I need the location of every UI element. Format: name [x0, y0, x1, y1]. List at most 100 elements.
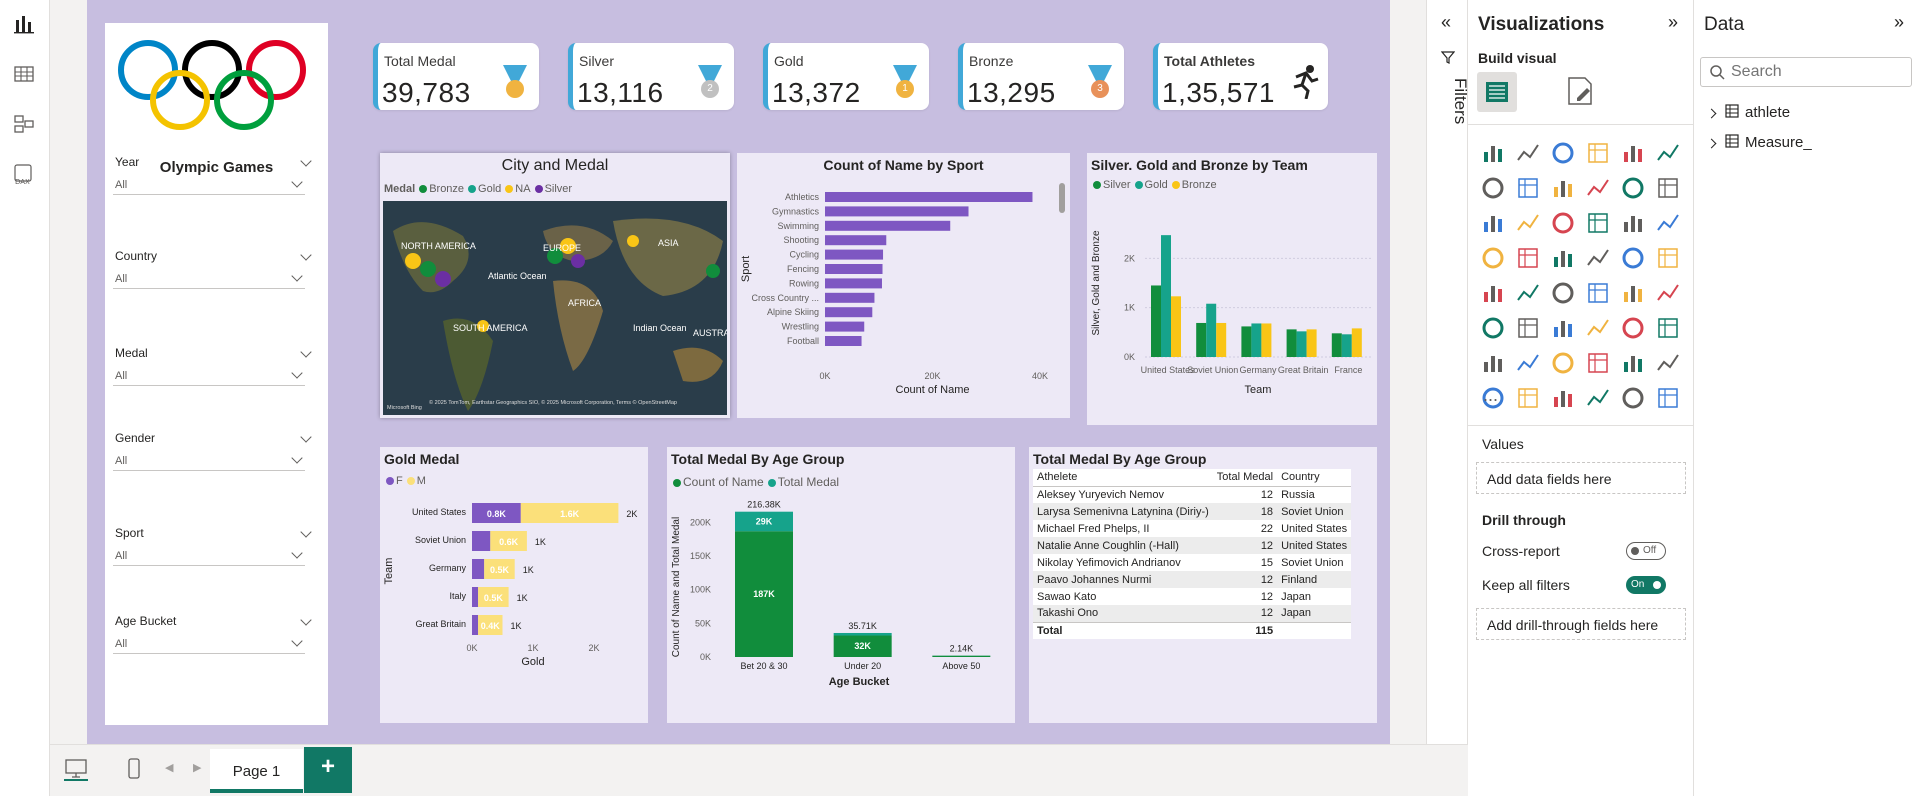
format-visual-icon[interactable]	[1563, 74, 1597, 108]
add-drill-through-well[interactable]: Add drill-through fields here	[1476, 608, 1686, 640]
map-visual[interactable]: City and Medal Medal Bronze Gold NA Silver N…	[380, 153, 730, 418]
tab-page-1[interactable]: Page 1	[210, 749, 303, 793]
mobile-layout-icon[interactable]	[122, 757, 146, 781]
visual-type-icon[interactable]	[1550, 140, 1576, 166]
visual-type-icon[interactable]	[1655, 140, 1681, 166]
visual-type-icon[interactable]	[1550, 385, 1576, 411]
kpi-card[interactable]: Total Medal 39,783	[373, 43, 539, 110]
visual-type-icon[interactable]	[1515, 210, 1541, 236]
visual-type-icon[interactable]	[1585, 280, 1611, 306]
slicer-collapse-icon[interactable]	[300, 346, 312, 358]
gold-bar[interactable]	[472, 615, 479, 635]
visual-type-icon[interactable]	[1655, 385, 1681, 411]
visual-type-icon[interactable]	[1620, 315, 1646, 341]
visual-type-icon[interactable]	[1550, 245, 1576, 271]
visual-type-icon[interactable]	[1620, 210, 1646, 236]
visual-type-icon[interactable]	[1515, 315, 1541, 341]
team-medal-bar[interactable]	[1296, 331, 1307, 357]
table-row[interactable]: Michael Fred Phelps, II 22 United States	[1033, 520, 1351, 537]
table-header[interactable]: Athelete	[1033, 469, 1213, 487]
visual-type-icon[interactable]	[1655, 210, 1681, 236]
team-medal-bar[interactable]	[1241, 326, 1252, 357]
visual-type-icon[interactable]	[1515, 175, 1541, 201]
table-row[interactable]: Natalie Anne Coughlin (-Hall) 12 United St…	[1033, 537, 1352, 554]
visual-type-icon[interactable]	[1585, 175, 1611, 201]
slicer-collapse-icon[interactable]	[300, 249, 312, 261]
table-view-icon[interactable]	[12, 62, 36, 86]
gold-bar[interactable]	[472, 559, 485, 579]
sport-bar[interactable]	[825, 307, 873, 318]
visual-type-icon[interactable]	[1550, 175, 1576, 201]
team-medal-bar[interactable]	[1161, 235, 1171, 357]
team-medal-bar[interactable]	[1286, 329, 1297, 357]
sport-bar[interactable]	[825, 264, 883, 274]
sport-bar[interactable]	[825, 336, 862, 346]
visual-type-icon[interactable]	[1515, 385, 1541, 411]
visual-type-icon[interactable]	[1515, 140, 1541, 166]
visual-type-icon[interactable]	[1550, 210, 1576, 236]
team-medal-bar[interactable]	[1331, 333, 1342, 357]
age-group-bar[interactable]	[833, 632, 892, 636]
sport-bar[interactable]	[825, 292, 875, 303]
add-page-button[interactable]: +	[304, 747, 352, 793]
visual-type-icon[interactable]	[1620, 245, 1646, 271]
visual-type-icon[interactable]	[1515, 245, 1541, 271]
team-medal-bar[interactable]	[1351, 328, 1362, 357]
filters-pane[interactable]: « Filters	[1426, 0, 1470, 744]
keep-filters-toggle[interactable]: On	[1626, 576, 1666, 594]
visual-type-icon[interactable]	[1655, 245, 1681, 271]
slicer-collapse-icon[interactable]	[300, 526, 312, 538]
slicer-dropdown[interactable]: All	[113, 634, 305, 654]
model-view-icon[interactable]	[12, 112, 36, 136]
table-row[interactable]: Takashi Ono 12 Japan	[1033, 605, 1352, 622]
table-header[interactable]: Total Medal	[1212, 469, 1278, 487]
visual-type-icon[interactable]	[1655, 280, 1681, 306]
desktop-layout-icon[interactable]	[64, 757, 88, 781]
table-row[interactable]: Aleksey Yuryevich Nemov 12 Russia	[1033, 486, 1351, 503]
visual-type-icon[interactable]	[1620, 175, 1646, 201]
slicer-dropdown[interactable]: All	[113, 451, 305, 471]
build-visual-icon[interactable]	[1477, 72, 1517, 112]
visual-type-icon[interactable]	[1620, 385, 1646, 411]
visual-type-icon[interactable]	[1620, 140, 1646, 166]
sport-bar[interactable]	[825, 220, 951, 231]
cross-report-toggle[interactable]: Off	[1626, 542, 1666, 560]
data-table-item[interactable]: athlete	[1706, 104, 1790, 126]
medals-by-team-visual[interactable]: Silver. Gold and Bronze by Team Silver Go…	[1087, 153, 1377, 425]
team-medal-bar[interactable]	[1341, 334, 1352, 357]
visual-type-icon[interactable]	[1620, 280, 1646, 306]
prev-page-icon[interactable]: ◀	[165, 761, 173, 774]
filters-label[interactable]: Filters	[1430, 78, 1470, 158]
slicer-dropdown[interactable]: All	[113, 175, 305, 195]
kpi-card[interactable]: Total Athletes 1,35,571	[1153, 43, 1328, 110]
visual-type-icon[interactable]	[1480, 280, 1506, 306]
collapse-filters-icon[interactable]: «	[1441, 12, 1451, 33]
team-medal-bar[interactable]	[1151, 285, 1161, 357]
gold-bar[interactable]	[472, 587, 479, 607]
visual-type-icon[interactable]	[1655, 350, 1681, 376]
team-medal-bar[interactable]	[1206, 303, 1217, 357]
visual-type-icon[interactable]	[1550, 315, 1576, 341]
visual-type-icon[interactable]	[1550, 280, 1576, 306]
table-header[interactable]: Country	[1277, 469, 1352, 487]
slicer-dropdown[interactable]: All	[113, 269, 305, 289]
kpi-card[interactable]: Silver 13,116 2	[568, 43, 734, 110]
team-medal-bar[interactable]	[1251, 323, 1262, 357]
visual-type-icon[interactable]	[1480, 315, 1506, 341]
visual-type-icon[interactable]	[1480, 210, 1506, 236]
report-view-icon[interactable]	[12, 12, 36, 36]
visual-type-icon[interactable]	[1550, 350, 1576, 376]
dax-query-icon[interactable]: DAX	[12, 162, 36, 186]
team-medal-bar[interactable]	[1196, 322, 1207, 357]
next-page-icon[interactable]: ▶	[193, 761, 201, 774]
visual-type-icon[interactable]	[1585, 385, 1611, 411]
team-medal-bar[interactable]	[1261, 323, 1272, 357]
slicer-collapse-icon[interactable]	[300, 431, 312, 443]
slicer-dropdown[interactable]: All	[113, 366, 305, 386]
table-row[interactable]: Sawao Kato 12 Japan	[1033, 588, 1351, 605]
visual-type-icon[interactable]	[1585, 140, 1611, 166]
age-group-visual[interactable]: Total Medal By Age Group Count of Name To…	[667, 447, 1015, 723]
data-table-item[interactable]: Measure_	[1706, 134, 1812, 156]
medal-table-visual[interactable]: Total Medal By Age Group Athelete Total …	[1029, 447, 1377, 723]
visual-type-icon[interactable]	[1515, 350, 1541, 376]
